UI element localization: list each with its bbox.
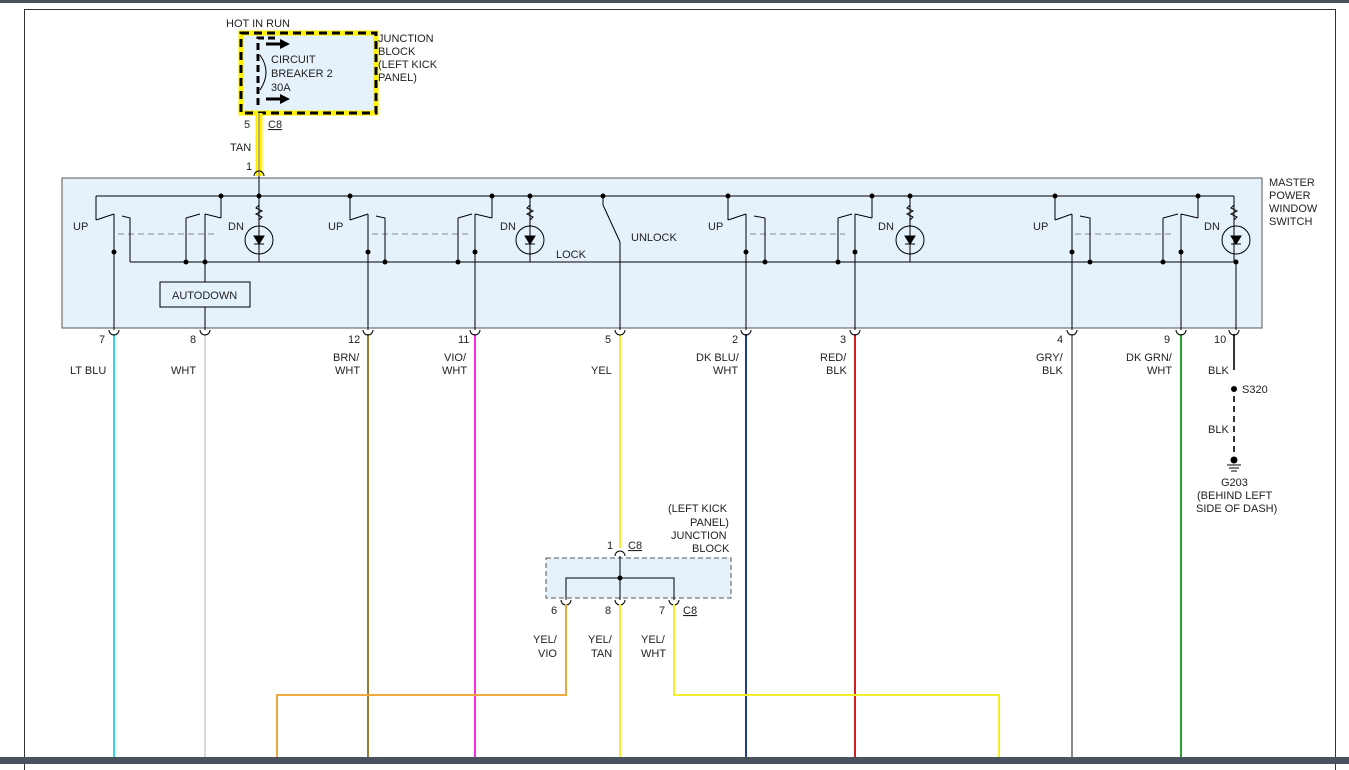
junction-top-line1: JUNCTION [378, 33, 434, 45]
junction-output-wires [276, 604, 1000, 758]
label-up-1: UP [73, 221, 88, 233]
junction-bottom-in-pin: 1 [607, 540, 613, 552]
ground-line1: (BEHIND LEFT [1197, 490, 1272, 502]
junction-top-line3: (LEFT KICK [378, 59, 438, 71]
pin-8: 8 [190, 334, 196, 346]
wire-label-4b: BLK [1042, 365, 1063, 377]
master-switch-line1: MASTER [1269, 177, 1315, 189]
pin-10: 10 [1214, 334, 1226, 346]
pin-11: 11 [458, 334, 469, 346]
label-unlock: UNLOCK [631, 232, 678, 244]
label-lock: LOCK [556, 249, 587, 261]
circuit-breaker-block: CIRCUIT BREAKER 2 30A [238, 30, 379, 116]
label-dn-2: DN [500, 221, 516, 233]
pin-9: 9 [1164, 334, 1170, 346]
junction-wire-7b: WHT [641, 648, 666, 660]
feed-wire-label: TAN [230, 142, 251, 154]
wire-label-10: BLK [1208, 365, 1229, 377]
junction-wire-8b: TAN [591, 648, 612, 660]
label-up-3: UP [708, 221, 723, 233]
junction-bottom-line2: PANEL) [690, 517, 729, 529]
breaker-line1: CIRCUIT [271, 54, 316, 66]
feed-pin: 1 [246, 161, 252, 173]
junction-bottom-line1: (LEFT KICK [668, 503, 728, 515]
breaker-connector: C8 [268, 119, 282, 131]
junction-bottom-line4: BLOCK [692, 543, 730, 555]
junction-bottom-block [545, 550, 732, 606]
ground-line2: SIDE OF DASH) [1196, 503, 1277, 515]
splice-dot [1231, 386, 1237, 392]
junction-out-pin-7: 7 [659, 605, 665, 617]
pin-2: 2 [732, 334, 738, 346]
window-bottom-bar [0, 757, 1349, 764]
autodown-label: AUTODOWN [172, 290, 237, 302]
ground-wire-label: BLK [1208, 424, 1229, 436]
junction-bottom-line3: JUNCTION [671, 530, 727, 542]
wire-label-8: WHT [171, 365, 196, 377]
label-dn-1: DN [228, 221, 244, 233]
label-up-4: UP [1033, 221, 1048, 233]
pin-12: 12 [348, 334, 360, 346]
master-switch-line4: SWITCH [1269, 216, 1312, 228]
wire-label-11b: WHT [442, 365, 467, 377]
pin-5: 5 [605, 334, 611, 346]
pin-3: 3 [840, 334, 846, 346]
wire-label-2a: DK BLU/ [696, 352, 740, 364]
junction-wire-6b: VIO [538, 648, 557, 660]
hot-in-run-label: HOT IN RUN [226, 18, 290, 30]
junction-wire-7a: YEL/ [641, 634, 666, 646]
pin-7: 7 [99, 334, 105, 346]
label-up-2: UP [328, 221, 343, 233]
breaker-pin: 5 [244, 119, 250, 131]
junction-out-pin-8: 8 [605, 605, 611, 617]
wire-label-4a: GRY/ [1036, 352, 1064, 364]
master-switch-line3: WINDOW [1269, 203, 1318, 215]
breaker-rating: 30A [271, 82, 291, 94]
pin-4: 4 [1057, 334, 1063, 346]
label-dn-4: DN [1204, 221, 1220, 233]
wire-label-9a: DK GRN/ [1126, 352, 1173, 364]
junction-wire-8a: YEL/ [588, 634, 613, 646]
wire-label-11a: VIO/ [444, 352, 467, 364]
junction-top-line4: PANEL) [378, 72, 417, 84]
junction-bottom-in-conn: C8 [628, 540, 642, 552]
wire-label-3a: RED/ [820, 352, 847, 364]
wire-label-9b: WHT [1147, 365, 1172, 377]
ground-name: G203 [1221, 477, 1248, 489]
wiring-diagram: CIRCUIT BREAKER 2 30A HOT IN RUN JUNCTIO… [61, 18, 1318, 758]
master-switch-line2: POWER [1269, 190, 1311, 202]
ground-icon [1227, 456, 1241, 472]
junction-wire-6a: YEL/ [533, 634, 558, 646]
breaker-line2: BREAKER 2 [271, 68, 333, 80]
wire-label-12a: BRN/ [333, 352, 360, 364]
wire-label-7: LT BLU [70, 365, 106, 377]
wire-label-2b: WHT [713, 365, 738, 377]
label-dn-3: DN [878, 221, 894, 233]
wire-label-3b: BLK [826, 365, 847, 377]
wire-label-12b: WHT [335, 365, 360, 377]
junction-top-line2: BLOCK [378, 46, 416, 58]
splice-label: S320 [1242, 384, 1268, 396]
wire-label-5: YEL [591, 365, 612, 377]
junction-out-conn: C8 [683, 605, 697, 617]
junction-out-pin-6: 6 [551, 605, 557, 617]
